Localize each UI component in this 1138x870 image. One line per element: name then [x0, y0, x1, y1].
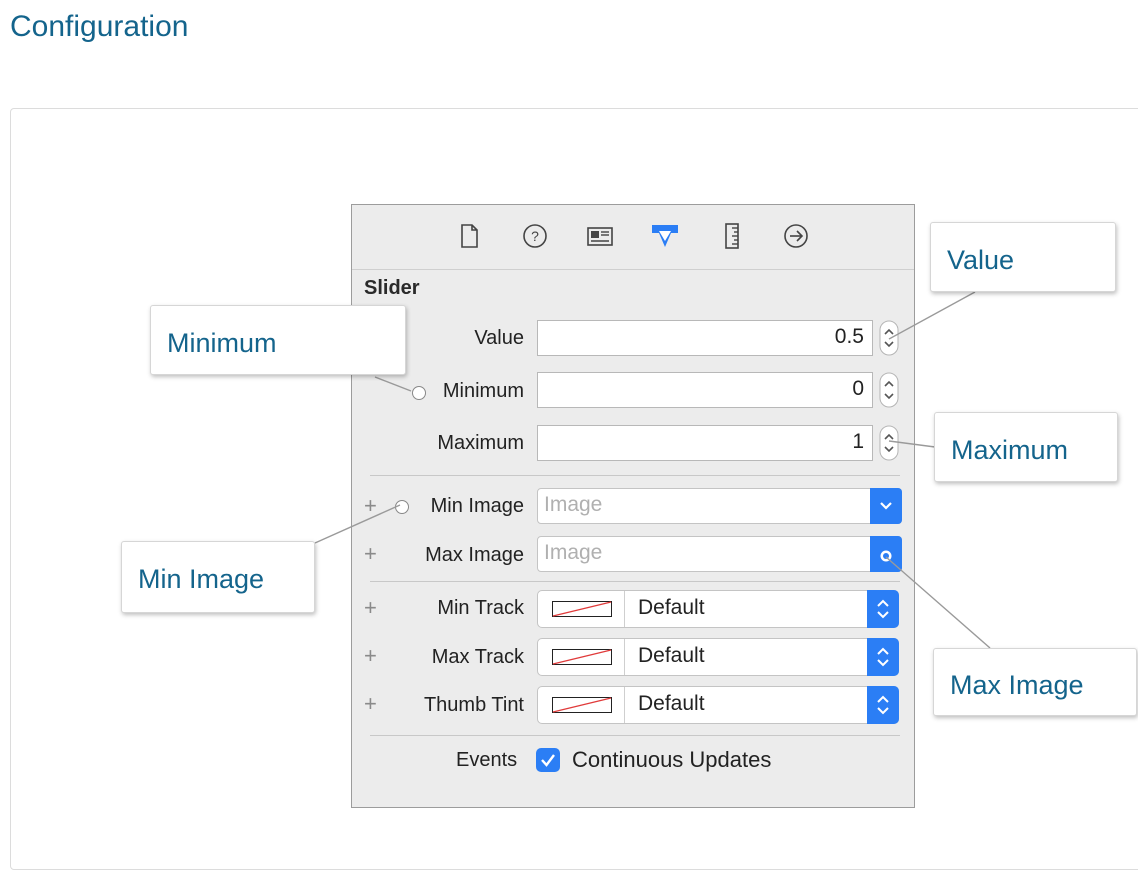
- minimum-field[interactable]: 0: [537, 372, 873, 408]
- max-image-combo[interactable]: Image: [537, 536, 902, 572]
- file-icon[interactable]: [454, 221, 484, 251]
- divider: [370, 475, 900, 476]
- min-image-connector-icon[interactable]: [395, 500, 409, 514]
- attributes-icon[interactable]: [650, 221, 680, 251]
- minimum-stepper[interactable]: [879, 372, 899, 408]
- chevron-updown-icon[interactable]: [867, 638, 899, 676]
- help-icon[interactable]: ?: [520, 221, 550, 251]
- plus-icon[interactable]: +: [364, 597, 377, 619]
- min-image-label: Min Image: [430, 495, 524, 517]
- thumb-tint-popup[interactable]: Default: [537, 686, 899, 724]
- min-track-popup[interactable]: Default: [537, 590, 899, 628]
- plus-icon[interactable]: +: [364, 495, 377, 517]
- separator: [624, 591, 625, 627]
- min-image-combo[interactable]: Image: [537, 488, 902, 524]
- section-title: Slider: [364, 277, 420, 299]
- continuous-updates-label: Continuous Updates: [572, 747, 772, 772]
- events-label: Events: [456, 749, 518, 771]
- size-ruler-icon[interactable]: [717, 221, 747, 251]
- svg-text:?: ?: [531, 228, 539, 244]
- thumb-tint-value: Default: [638, 692, 705, 715]
- max-image-connector-icon[interactable]: [870, 536, 902, 572]
- callout-maximum: Maximum: [934, 412, 1118, 482]
- divider: [370, 735, 900, 736]
- plus-icon[interactable]: +: [364, 693, 377, 715]
- value-label: Value: [474, 327, 524, 349]
- plus-icon[interactable]: +: [364, 543, 377, 565]
- value-stepper[interactable]: [879, 320, 899, 356]
- minimum-label: Minimum: [442, 380, 524, 402]
- plus-icon[interactable]: +: [364, 645, 377, 667]
- callout-value: Value: [930, 222, 1116, 292]
- maximum-label: Maximum: [437, 432, 524, 454]
- continuous-updates-checkbox[interactable]: [536, 748, 560, 772]
- max-image-label: Max Image: [425, 544, 524, 566]
- color-swatch-icon: [552, 601, 612, 617]
- chevron-updown-icon[interactable]: [867, 686, 899, 724]
- separator: [624, 639, 625, 675]
- min-track-label: Min Track: [437, 597, 524, 619]
- callout-max-image: Max Image: [933, 648, 1137, 716]
- maximum-stepper[interactable]: [879, 425, 899, 461]
- separator: [624, 687, 625, 723]
- attributes-inspector: ? Slider Value 0.5 Minimum 0 Maximum 1 +…: [351, 204, 915, 808]
- color-swatch-icon: [552, 697, 612, 713]
- divider: [370, 581, 900, 582]
- callout-minimum: Minimum: [150, 305, 406, 375]
- max-track-label: Max Track: [431, 646, 524, 668]
- value-field[interactable]: 0.5: [537, 320, 873, 356]
- chevron-down-icon[interactable]: [870, 488, 902, 524]
- min-image-placeholder: Image: [544, 493, 603, 516]
- page-title: Configuration: [10, 10, 189, 43]
- minimum-connector-icon[interactable]: [412, 386, 426, 400]
- inspector-toolbar: ?: [352, 205, 914, 270]
- chevron-updown-icon[interactable]: [867, 590, 899, 628]
- min-track-value: Default: [638, 596, 705, 619]
- max-image-placeholder: Image: [544, 541, 603, 564]
- thumb-tint-label: Thumb Tint: [423, 694, 524, 716]
- max-track-value: Default: [638, 644, 705, 667]
- max-track-popup[interactable]: Default: [537, 638, 899, 676]
- connections-icon[interactable]: [781, 221, 811, 251]
- color-swatch-icon: [552, 649, 612, 665]
- identity-icon[interactable]: [585, 221, 615, 251]
- maximum-field[interactable]: 1: [537, 425, 873, 461]
- callout-min-image: Min Image: [121, 541, 315, 613]
